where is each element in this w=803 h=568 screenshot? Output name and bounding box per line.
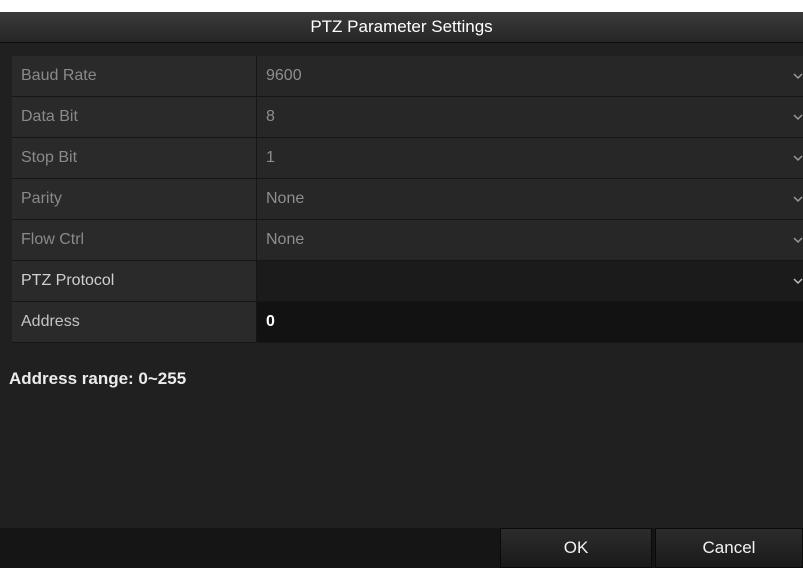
- chevron-down-icon: [793, 237, 803, 244]
- address-value: 0: [266, 313, 275, 330]
- parity-value: None: [266, 190, 305, 207]
- chevron-down-icon: [793, 278, 803, 285]
- stop-bit-label: Stop Bit: [12, 138, 257, 178]
- chevron-down-icon: [793, 114, 803, 121]
- stop-bit-value: 1: [266, 149, 275, 166]
- ptz-protocol-label: PTZ Protocol: [12, 261, 257, 301]
- chevron-down-icon: [793, 196, 803, 203]
- stop-bit-row: Stop Bit 1: [12, 138, 803, 179]
- ptz-protocol-row: PTZ Protocol: [12, 261, 803, 302]
- parameter-list: Baud Rate 9600 Data Bit 8 Stop Bit 1 Par…: [12, 56, 803, 343]
- parity-select[interactable]: None: [257, 179, 803, 219]
- baud-rate-select[interactable]: 9600: [257, 56, 803, 96]
- baud-rate-value: 9600: [266, 67, 302, 84]
- dialog-footer: OK Cancel: [0, 528, 803, 568]
- flow-ctrl-row: Flow Ctrl None: [12, 220, 803, 261]
- ptz-parameter-dialog: PTZ Parameter Settings Baud Rate 9600 Da…: [0, 12, 803, 568]
- ptz-protocol-select[interactable]: [257, 261, 803, 301]
- data-bit-select[interactable]: 8: [257, 97, 803, 137]
- stop-bit-select[interactable]: 1: [257, 138, 803, 178]
- address-range-hint: Address range: 0~255: [9, 369, 187, 388]
- data-bit-label: Data Bit: [12, 97, 257, 137]
- flow-ctrl-label: Flow Ctrl: [12, 220, 257, 260]
- parity-row: Parity None: [12, 179, 803, 220]
- flow-ctrl-value: None: [266, 231, 305, 248]
- flow-ctrl-select[interactable]: None: [257, 220, 803, 260]
- address-input[interactable]: 0: [257, 302, 803, 342]
- baud-rate-label: Baud Rate: [12, 56, 257, 96]
- cancel-button[interactable]: Cancel: [655, 528, 803, 568]
- chevron-down-icon: [793, 155, 803, 162]
- data-bit-row: Data Bit 8: [12, 97, 803, 138]
- dialog-title: PTZ Parameter Settings: [0, 12, 803, 43]
- parity-label: Parity: [12, 179, 257, 219]
- data-bit-value: 8: [266, 108, 275, 125]
- baud-rate-row: Baud Rate 9600: [12, 56, 803, 97]
- dialog-body: Baud Rate 9600 Data Bit 8 Stop Bit 1 Par…: [0, 43, 803, 528]
- chevron-down-icon: [793, 73, 803, 80]
- ok-button[interactable]: OK: [500, 528, 652, 568]
- address-row: Address 0: [12, 302, 803, 343]
- address-label: Address: [12, 302, 257, 342]
